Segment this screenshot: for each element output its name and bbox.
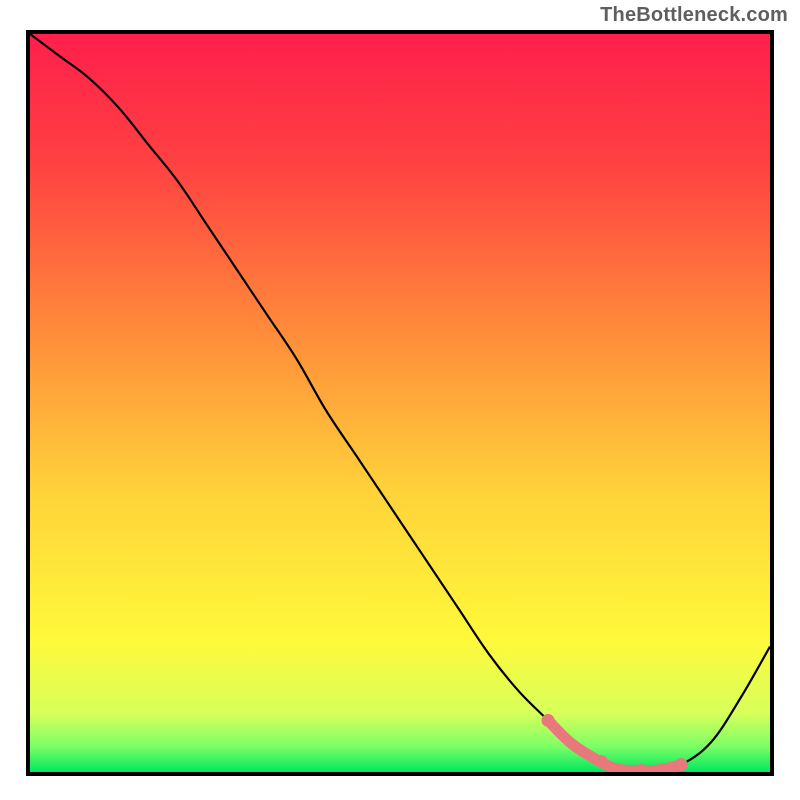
highlight-dot xyxy=(542,714,555,727)
highlight-dot xyxy=(675,758,688,771)
watermark-text: TheBottleneck.com xyxy=(600,4,788,27)
highlight-dot xyxy=(595,755,608,768)
curve-overlay xyxy=(30,34,770,772)
plot-area xyxy=(26,30,774,776)
bottleneck-curve xyxy=(30,34,770,771)
chart-frame: TheBottleneck.com xyxy=(0,0,800,800)
highlight-segment xyxy=(548,720,681,770)
